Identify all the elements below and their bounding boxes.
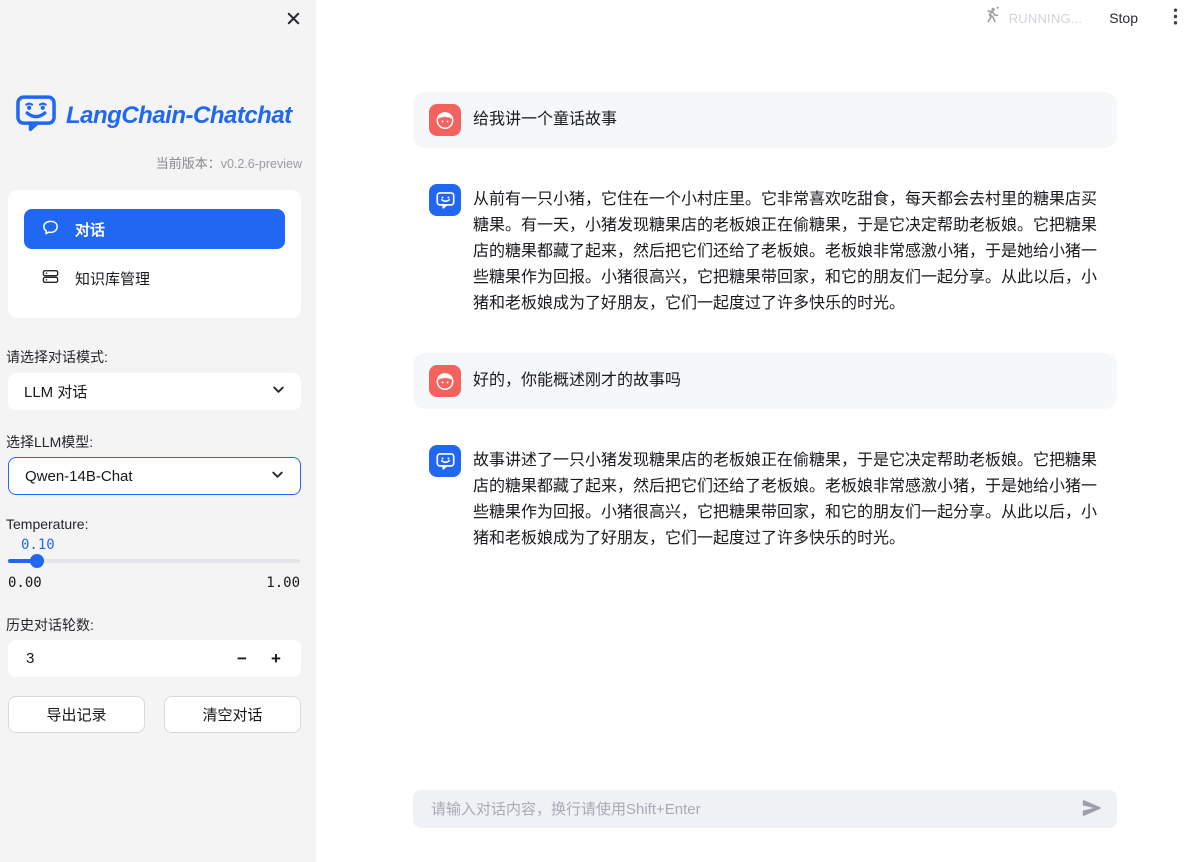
version-info: 当前版本：v0.2.6-preview	[156, 153, 302, 172]
dialog-mode-value: LLM 对话	[24, 381, 87, 402]
send-button[interactable]	[1075, 793, 1109, 825]
temperature-value: 0.10	[21, 537, 55, 553]
slider-track[interactable]	[8, 559, 300, 563]
chat-message: 从前有一只小猪，它住在一个小村庄里。它非常喜欢吃甜食，每天都会去村里的糖果店买糖…	[413, 172, 1117, 329]
temperature-slider-thumb[interactable]	[30, 554, 44, 568]
sidebar-item-label: 知识库管理	[75, 268, 150, 289]
close-icon	[284, 9, 303, 31]
dialog-mode-select[interactable]: LLM 对话	[8, 373, 301, 410]
user-avatar	[429, 104, 461, 136]
history-rounds-input[interactable]	[24, 649, 174, 668]
increment-button[interactable]: +	[259, 640, 293, 677]
chevron-down-icon	[269, 466, 286, 487]
sidebar-actions: 导出记录 清空对话	[8, 696, 301, 733]
chat-message: 故事讲述了一只小猪发现糖果店的老板娘正在偷糖果，于是它决定帮助老板娘。它把糖果店…	[413, 433, 1117, 564]
llm-model-select[interactable]: Qwen-14B-Chat	[8, 457, 301, 495]
app-logo: LangChain-Chatchat	[15, 94, 292, 137]
stop-button[interactable]: Stop	[1109, 10, 1138, 26]
llm-model-label: 选择LLM模型:	[6, 432, 93, 452]
temperature-label: Temperature:	[6, 516, 88, 532]
main-menu-button[interactable]	[1165, 5, 1186, 31]
message-text: 从前有一只小猪，它住在一个小村庄里。它非常喜欢吃甜食，每天都会去村里的糖果店买糖…	[473, 184, 1101, 317]
assistant-avatar	[429, 184, 461, 216]
chat-bubble-smiley-icon	[435, 190, 456, 211]
status-text: RUNNING...	[1009, 11, 1083, 26]
kebab-menu-icon	[1167, 7, 1184, 29]
chevron-down-icon	[270, 381, 287, 402]
sidebar: LangChain-Chatchat 当前版本：v0.2.6-preview 对…	[0, 0, 316, 862]
history-rounds-label: 历史对话轮数:	[6, 615, 94, 635]
chat-bubble-smiley-icon	[435, 451, 456, 472]
dialog-mode-label: 请选择对话模式:	[6, 347, 108, 367]
running-status: RUNNING...	[981, 5, 1083, 31]
message-text: 给我讲一个童话故事	[473, 104, 617, 136]
assistant-avatar	[429, 445, 461, 477]
version-value: v0.2.6-preview	[221, 157, 302, 171]
chat-input-container	[413, 790, 1117, 828]
message-text: 故事讲述了一只小猪发现糖果店的老板娘正在偷糖果，于是它决定帮助老板娘。它把糖果店…	[473, 445, 1101, 552]
close-sidebar-button[interactable]	[281, 8, 305, 32]
sidebar-item-label: 对话	[75, 219, 105, 240]
send-icon	[1081, 797, 1103, 822]
chat-bubble-smiley-logo-icon	[15, 94, 57, 137]
export-history-button[interactable]: 导出记录	[8, 696, 145, 733]
sidebar-item-dialog[interactable]: 对话	[24, 209, 285, 249]
database-icon	[41, 267, 60, 290]
llm-model-value: Qwen-14B-Chat	[25, 468, 133, 485]
sidebar-menu: 对话 知识库管理	[8, 190, 301, 318]
clear-dialog-button[interactable]: 清空对话	[164, 696, 301, 733]
history-rounds-stepper: − +	[8, 640, 301, 677]
user-face-icon	[434, 109, 456, 131]
app-header: RUNNING... Stop	[316, 0, 1199, 36]
slider-min-label: 0.00	[8, 575, 42, 591]
chat-message: 给我讲一个童话故事	[413, 92, 1117, 148]
slider-range-labels: 0.00 1.00	[8, 575, 300, 591]
sidebar-item-knowledge-base[interactable]: 知识库管理	[24, 258, 285, 298]
slider-max-label: 1.00	[266, 575, 300, 591]
chat-message-list: 给我讲一个童话故事 从前有一只小猪，它住在一个小村庄里。它非常喜欢吃甜食，每天都…	[413, 92, 1117, 564]
user-avatar	[429, 365, 461, 397]
chat-input[interactable]	[429, 800, 1075, 819]
app-title: LangChain-Chatchat	[66, 102, 292, 130]
temperature-slider[interactable]	[8, 557, 300, 565]
user-face-icon	[434, 370, 456, 392]
message-text: 好的，你能概述刚才的故事吗	[473, 365, 681, 397]
chat-message: 好的，你能概述刚才的故事吗	[413, 353, 1117, 409]
decrement-button[interactable]: −	[225, 640, 259, 677]
version-label: 当前版本：	[156, 156, 221, 171]
chat-bubble-icon	[41, 218, 60, 241]
running-man-icon	[981, 5, 1002, 31]
